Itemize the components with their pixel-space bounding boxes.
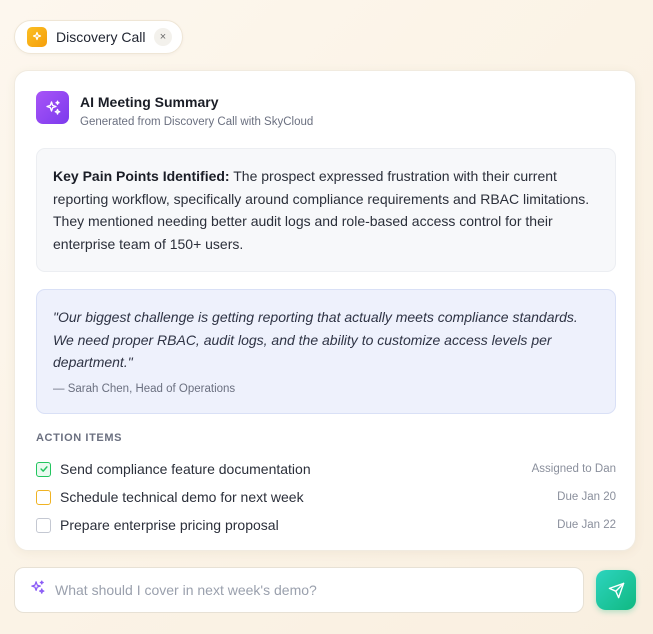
quote-author: — Sarah Chen, Head of Operations	[53, 382, 236, 395]
action-item-meta: Due Jan 20	[557, 491, 616, 503]
action-item-label: Prepare enterprise pricing proposal	[60, 517, 279, 533]
summary-title: AI Meeting Summary	[80, 94, 219, 110]
tab-label: Discovery Call	[56, 29, 146, 45]
action-item: Schedule technical demo for next week Du…	[36, 483, 616, 511]
sparkle-icon	[29, 579, 46, 601]
action-items-list: Send compliance feature documentation As…	[36, 455, 616, 539]
checkbox-pending[interactable]	[36, 489, 51, 505]
send-button[interactable]	[596, 570, 636, 610]
action-item-label: Schedule technical demo for next week	[60, 489, 304, 505]
send-icon	[608, 582, 624, 598]
quote-text: "Our biggest challenge is getting report…	[53, 309, 578, 370]
meeting-summary-card: AI Meeting Summary Generated from Discov…	[14, 70, 636, 551]
pain-points-label: Key Pain Points Identified:	[53, 168, 230, 184]
action-items-heading: ACTION ITEMS	[36, 432, 123, 444]
chat-input-bar	[14, 567, 584, 613]
checkbox-unchecked[interactable]	[36, 517, 51, 533]
pain-points-box: Key Pain Points Identified: The prospect…	[36, 148, 616, 272]
check-icon	[39, 466, 48, 472]
action-item: Prepare enterprise pricing proposal Due …	[36, 511, 616, 539]
sparkle-icon	[36, 91, 69, 124]
customer-quote: "Our biggest challenge is getting report…	[36, 289, 616, 414]
tab-discovery-call[interactable]: Discovery Call ×	[14, 20, 183, 54]
chat-input[interactable]	[55, 582, 555, 598]
action-item-meta: Due Jan 22	[557, 519, 616, 531]
close-icon[interactable]: ×	[154, 28, 172, 46]
summary-subtitle: Generated from Discovery Call with SkyCl…	[80, 116, 314, 128]
checkbox-checked[interactable]	[36, 461, 51, 477]
action-item: Send compliance feature documentation As…	[36, 455, 616, 483]
action-item-meta: Assigned to Dan	[531, 463, 616, 475]
summary-header: AI Meeting Summary Generated from Discov…	[36, 91, 313, 128]
sparkle-icon	[27, 27, 47, 47]
action-item-label: Send compliance feature documentation	[60, 461, 311, 477]
